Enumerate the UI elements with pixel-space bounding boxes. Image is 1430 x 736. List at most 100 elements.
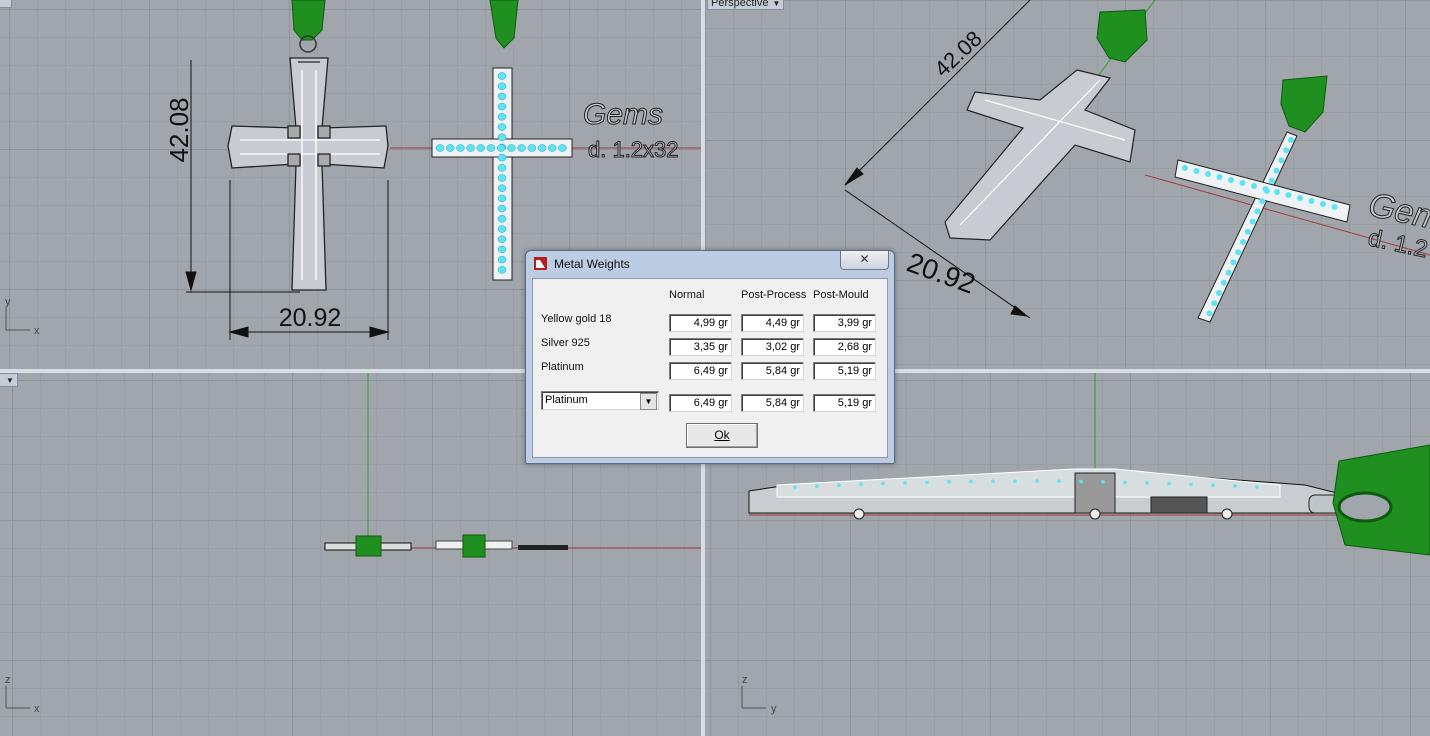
close-button[interactable]: ✕ (840, 251, 889, 270)
value-field[interactable]: 3,02 gr (741, 338, 804, 356)
gem-stone (815, 484, 819, 488)
gem-stone (1216, 290, 1222, 296)
gem-stone (947, 480, 951, 484)
gem-stone (1249, 218, 1256, 225)
gem-stone (435, 144, 445, 152)
gem-stone (1240, 239, 1246, 245)
value-field[interactable]: 3,99 gr (813, 314, 876, 332)
gem-stone (859, 482, 863, 487)
gem-stone (497, 245, 507, 254)
gem-stone (1035, 479, 1039, 483)
gem-stone (1225, 269, 1232, 276)
gem-stone (1220, 279, 1227, 286)
column-header-normal: Normal (669, 289, 705, 301)
right-axis-label-y: y (771, 703, 777, 715)
row-label-platinum: Platinum (541, 361, 584, 373)
gem-stone (466, 144, 475, 152)
gem-stone (497, 225, 507, 233)
gem-stone (1205, 171, 1211, 177)
gem-stone (1079, 479, 1083, 484)
gem-stone (1167, 481, 1171, 486)
value-field[interactable]: 5,19 gr (813, 362, 876, 380)
gem-stone (497, 164, 507, 172)
gem-stone (1193, 168, 1200, 174)
gem-stone (497, 266, 507, 274)
gem-stone (1101, 480, 1105, 484)
chevron-down-icon[interactable]: ▼ (6, 375, 14, 387)
gem-stone (1123, 480, 1127, 485)
gem-stone (497, 184, 507, 192)
gem-stone (537, 144, 547, 152)
gem-stone (1331, 204, 1338, 210)
gem-stone (1206, 310, 1213, 317)
gem-stone (1274, 189, 1280, 195)
gem-stone (1182, 165, 1188, 171)
gem-stone (1320, 201, 1326, 207)
viewport-perspective-label: Perspective (711, 0, 769, 9)
viewport-perspective-tab[interactable]: Perspective ▼ (707, 0, 785, 10)
gem-stone (1211, 483, 1215, 488)
gem-stone (793, 485, 797, 489)
column-header-post-mould: Post-Mould (813, 289, 869, 301)
gem-stone (1297, 195, 1303, 201)
gem-stone (1216, 174, 1223, 180)
ok-button[interactable]: Ok (686, 423, 758, 448)
gem-stone (1288, 137, 1294, 143)
gem-stone (1259, 198, 1266, 205)
value-field[interactable]: 4,99 gr (669, 314, 732, 332)
gem-stone (1145, 481, 1149, 485)
gems-annotation-title: Gems (583, 98, 663, 131)
persp-dimension-height: 42.08 (929, 26, 986, 82)
row-label-yellow-gold: Yellow gold 18 (541, 313, 612, 325)
gem-stone (1285, 192, 1292, 198)
ok-button-label: Ok (714, 428, 730, 442)
selected-value-field[interactable]: 5,84 gr (741, 394, 804, 412)
value-field[interactable]: 2,68 gr (813, 338, 876, 356)
gem-stone (497, 133, 507, 141)
gem-stone (496, 144, 506, 152)
close-icon: ✕ (859, 252, 870, 266)
gem-stone (1255, 485, 1259, 489)
metal-select[interactable]: Platinum ▼ (541, 391, 659, 410)
gem-stone (456, 144, 465, 152)
value-field[interactable]: 4,49 gr (741, 314, 804, 332)
chevron-down-icon[interactable]: ▼ (640, 393, 657, 410)
gem-stone (486, 144, 496, 152)
value-field[interactable]: 6,49 gr (669, 362, 732, 380)
gem-stone (497, 102, 507, 111)
selected-value-field[interactable]: 5,19 gr (813, 394, 876, 412)
gem-stone (1254, 208, 1261, 215)
gem-stone (527, 144, 537, 152)
app-icon (534, 257, 547, 270)
gem-stone (881, 481, 885, 486)
right-axis-label-z: z (742, 674, 748, 686)
selected-value-field[interactable]: 6,49 gr (669, 394, 732, 412)
gem-stone (558, 144, 567, 152)
dialog-body: Normal Post-Process Post-Mould Yellow go… (532, 278, 888, 458)
gem-stone (476, 144, 486, 152)
gem-stone (1239, 180, 1246, 186)
metal-select-value: Platinum (545, 394, 588, 406)
gem-stone (1013, 479, 1017, 483)
value-field[interactable]: 3,35 gr (669, 338, 732, 356)
gem-stone (1057, 479, 1061, 483)
gem-stone (497, 255, 507, 264)
gem-stone (1228, 177, 1234, 183)
gem-stone (497, 82, 507, 90)
gem-stone (1233, 484, 1237, 488)
gem-stone (1230, 259, 1237, 266)
gem-stone (1308, 198, 1315, 204)
chevron-down-icon[interactable]: ▼ (772, 0, 780, 10)
gem-stone (991, 479, 995, 483)
value-field[interactable]: 5,84 gr (741, 362, 804, 380)
gem-stone (497, 174, 507, 182)
gem-stone (497, 123, 507, 131)
gem-stone (497, 194, 507, 203)
gem-stone (517, 144, 526, 152)
viewport-top-tab[interactable] (0, 0, 12, 8)
dialog-titlebar[interactable]: Metal Weights ✕ (526, 251, 894, 277)
viewport-front-tab[interactable]: ▼ (0, 373, 18, 387)
cross-outline (227, 57, 389, 291)
gem-stone (1244, 228, 1251, 235)
gem-stone (497, 72, 507, 80)
